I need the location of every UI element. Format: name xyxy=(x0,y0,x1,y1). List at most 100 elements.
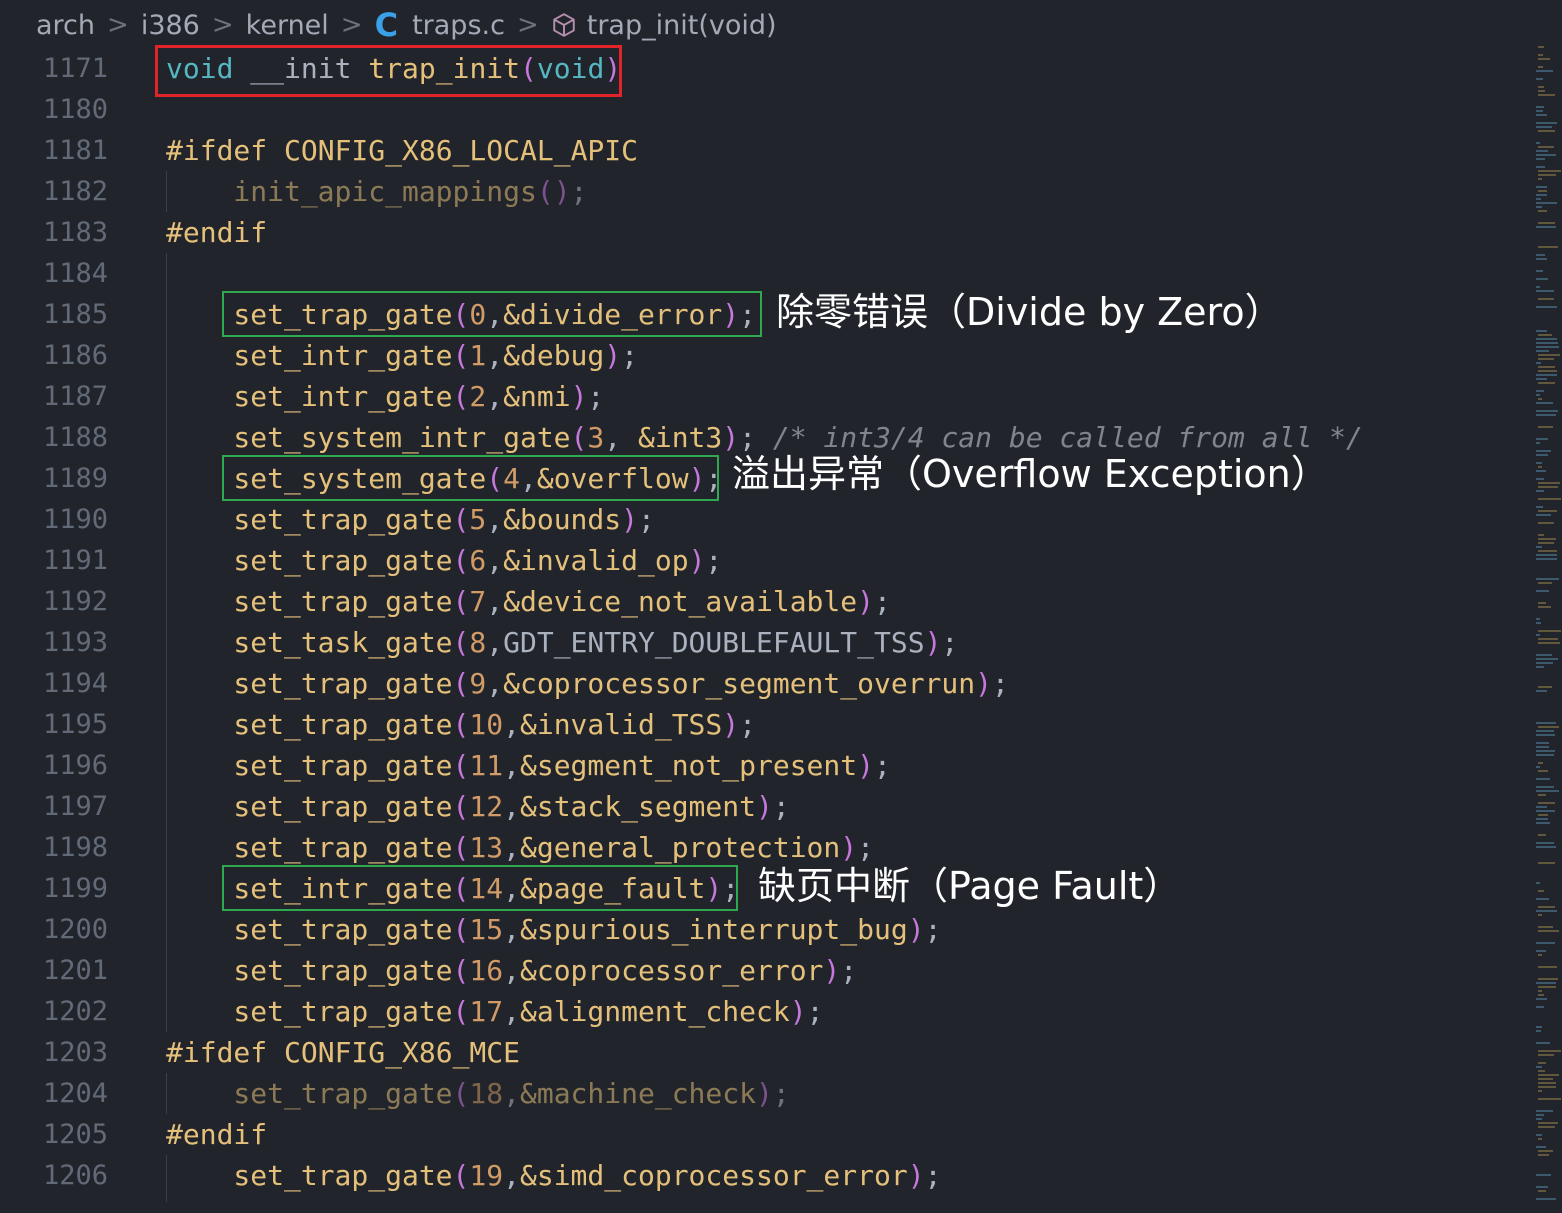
comma: , xyxy=(503,995,520,1028)
minimap-line xyxy=(1536,110,1543,112)
code-line[interactable]: 1198 set_trap_gate(13,&general_protection… xyxy=(0,827,1530,868)
breadcrumb-item-arch[interactable]: arch xyxy=(36,10,95,41)
minimap-line xyxy=(1536,106,1544,108)
breadcrumb-item-file[interactable]: traps.c xyxy=(412,10,505,41)
breadcrumb-item-symbol[interactable]: trap_init(void) xyxy=(587,10,777,41)
minimap-line xyxy=(1536,554,1557,556)
minimap-line xyxy=(1538,762,1543,764)
code-text: init_apic_mappings(); xyxy=(233,171,587,212)
number: 1 xyxy=(469,339,487,372)
function-name: set_trap_gate xyxy=(233,831,453,864)
minimap-line xyxy=(1538,358,1554,360)
paren: ( xyxy=(452,339,470,372)
line-number: 1205 xyxy=(42,1119,108,1150)
code-line[interactable]: 1195 set_trap_gate(10,&invalid_TSS); xyxy=(0,704,1530,745)
minimap-line xyxy=(1538,1138,1542,1140)
code-line[interactable]: 1197 set_trap_gate(12,&stack_segment); xyxy=(0,786,1530,827)
function-name: set_task_gate xyxy=(233,626,453,659)
minimap[interactable] xyxy=(1532,40,1562,1213)
paren: ( xyxy=(452,831,470,864)
argument: &coprocessor_error xyxy=(519,954,824,987)
code-editor[interactable]: 1171 void __init trap_init(void) 1180 1181 #… xyxy=(0,45,1530,1213)
minimap-line xyxy=(1536,278,1548,280)
code-text: #ifdef CONFIG_X86_MCE xyxy=(166,1032,520,1073)
line-number: 1187 xyxy=(42,381,108,412)
minimap-line xyxy=(1538,1098,1561,1100)
code-text: #ifdef CONFIG_X86_LOCAL_APIC xyxy=(166,130,638,171)
paren: ( xyxy=(452,790,470,823)
code-line[interactable]: 1200 set_trap_gate(15,&spurious_interrupt… xyxy=(0,909,1530,950)
semicolon: ; xyxy=(587,380,605,413)
argument: &general_protection xyxy=(519,831,841,864)
code-line[interactable]: 1204 set_trap_gate(18,&machine_check); xyxy=(0,1073,1530,1114)
code-line[interactable]: 1182 init_apic_mappings(); xyxy=(0,171,1530,212)
semicolon: ; xyxy=(570,175,588,208)
paren: ) xyxy=(857,749,874,782)
paren: ) xyxy=(975,667,992,700)
minimap-line xyxy=(1538,1062,1546,1064)
minimap-line xyxy=(1536,270,1543,272)
code-line[interactable]: 1201 set_trap_gate(16,&coprocessor_error)… xyxy=(0,950,1530,991)
code-line[interactable]: 1193 set_task_gate(8,GDT_ENTRY_DOUBLEFAUL… xyxy=(0,622,1530,663)
comma: , xyxy=(486,339,504,372)
minimap-line xyxy=(1538,498,1561,500)
minimap-line xyxy=(1536,202,1557,204)
code-line[interactable]: 1184 xyxy=(0,253,1530,294)
code-text: set_trap_gate(12,&stack_segment); xyxy=(233,786,789,827)
minimap-line xyxy=(1538,602,1546,604)
argument: &segment_not_present xyxy=(519,749,858,782)
paren: ( xyxy=(452,995,470,1028)
minimap-line xyxy=(1536,338,1557,340)
minimap-line xyxy=(1536,734,1555,736)
code-line[interactable]: 1206 set_trap_gate(19,&simd_coprocessor_e… xyxy=(0,1155,1530,1196)
number: 9 xyxy=(469,667,487,700)
code-text: set_trap_gate(18,&machine_check); xyxy=(233,1073,789,1114)
argument: &machine_check xyxy=(519,1077,756,1110)
code-line[interactable]: 1196 set_trap_gate(11,&segment_not_presen… xyxy=(0,745,1530,786)
code-line[interactable]: 1194 set_trap_gate(9,&coprocessor_segment… xyxy=(0,663,1530,704)
breadcrumb-item-kernel[interactable]: kernel xyxy=(246,10,329,41)
minimap-line xyxy=(1536,114,1547,116)
code-line[interactable]: 1190 set_trap_gate(5,&bounds); xyxy=(0,499,1530,540)
minimap-line xyxy=(1536,846,1556,848)
code-line[interactable]: 1191 set_trap_gate(6,&invalid_op); xyxy=(0,540,1530,581)
code-line[interactable]: 1192 set_trap_gate(7,&device_not_availabl… xyxy=(0,581,1530,622)
minimap-line xyxy=(1538,130,1555,132)
code-line[interactable]: 1183 #endif xyxy=(0,212,1530,253)
minimap-line xyxy=(1536,1026,1542,1028)
minimap-line xyxy=(1538,1086,1556,1088)
code-text: #endif xyxy=(166,1114,267,1155)
line-number: 1198 xyxy=(42,832,108,863)
code-line[interactable]: 1203 #ifdef CONFIG_X86_MCE xyxy=(0,1032,1530,1073)
semicolon: ; xyxy=(806,995,824,1028)
paren: ( xyxy=(452,380,470,413)
code-text: set_trap_gate(17,&alignment_check); xyxy=(233,991,823,1032)
breadcrumb-item-i386[interactable]: i386 xyxy=(141,10,200,41)
minimap-line xyxy=(1536,166,1545,168)
code-text: set_trap_gate(15,&spurious_interrupt_bug… xyxy=(233,909,941,950)
line-number: 1188 xyxy=(42,422,108,453)
paren: ( xyxy=(452,749,470,782)
minimap-line xyxy=(1536,78,1543,80)
minimap-line xyxy=(1538,966,1557,968)
annotation-divide: 除零错误（Divide by Zero） xyxy=(776,290,1283,334)
minimap-line xyxy=(1536,194,1547,196)
code-line[interactable]: 1186 set_intr_gate(1,&debug); xyxy=(0,335,1530,376)
minimap-line xyxy=(1538,334,1552,336)
minimap-line xyxy=(1536,374,1557,376)
minimap-line xyxy=(1538,534,1544,536)
code-line[interactable]: 1202 set_trap_gate(17,&alignment_check); xyxy=(0,991,1530,1032)
minimap-line xyxy=(1538,794,1546,796)
code-line[interactable]: 1187 set_intr_gate(2,&nmi); xyxy=(0,376,1530,417)
code-line[interactable]: 1205 #endif xyxy=(0,1114,1530,1155)
comma: , xyxy=(486,667,504,700)
comma: , xyxy=(486,585,504,618)
minimap-line xyxy=(1538,482,1560,484)
function-name: set_trap_gate xyxy=(233,954,453,987)
line-number: 1190 xyxy=(42,504,108,535)
minimap-line xyxy=(1536,898,1549,900)
code-line[interactable]: 1181 #ifdef CONFIG_X86_LOCAL_APIC xyxy=(0,130,1530,171)
comma: , xyxy=(503,954,520,987)
argument: &alignment_check xyxy=(519,995,790,1028)
chevron-right-icon: > xyxy=(107,10,129,40)
